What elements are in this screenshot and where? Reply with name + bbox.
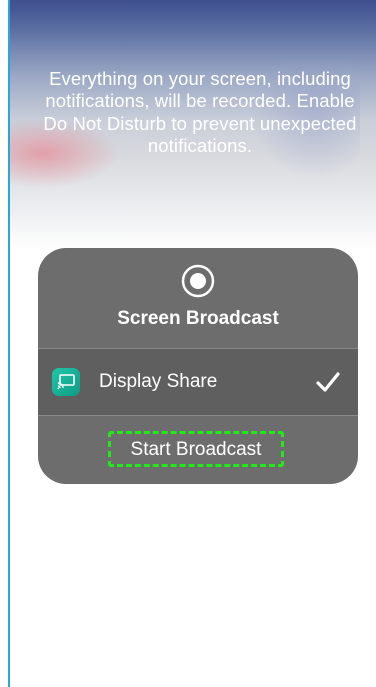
start-broadcast-button[interactable]: Start Broadcast xyxy=(108,431,284,467)
recording-warning-text: Everything on your screen, including not… xyxy=(43,68,357,157)
checkmark-icon xyxy=(316,372,340,392)
app-row-label: Display Share xyxy=(99,371,218,392)
screen-broadcast-panel: Screen Broadcast Display Share Start Bro… xyxy=(38,248,358,484)
divider-bottom xyxy=(38,415,358,416)
app-row-display-share[interactable]: Display Share xyxy=(38,349,358,415)
screen: Everything on your screen, including not… xyxy=(0,0,376,687)
screen-share-icon xyxy=(52,368,80,396)
record-icon xyxy=(181,264,215,298)
start-broadcast-label: Start Broadcast xyxy=(130,439,262,460)
panel-title: Screen Broadcast xyxy=(117,308,279,329)
